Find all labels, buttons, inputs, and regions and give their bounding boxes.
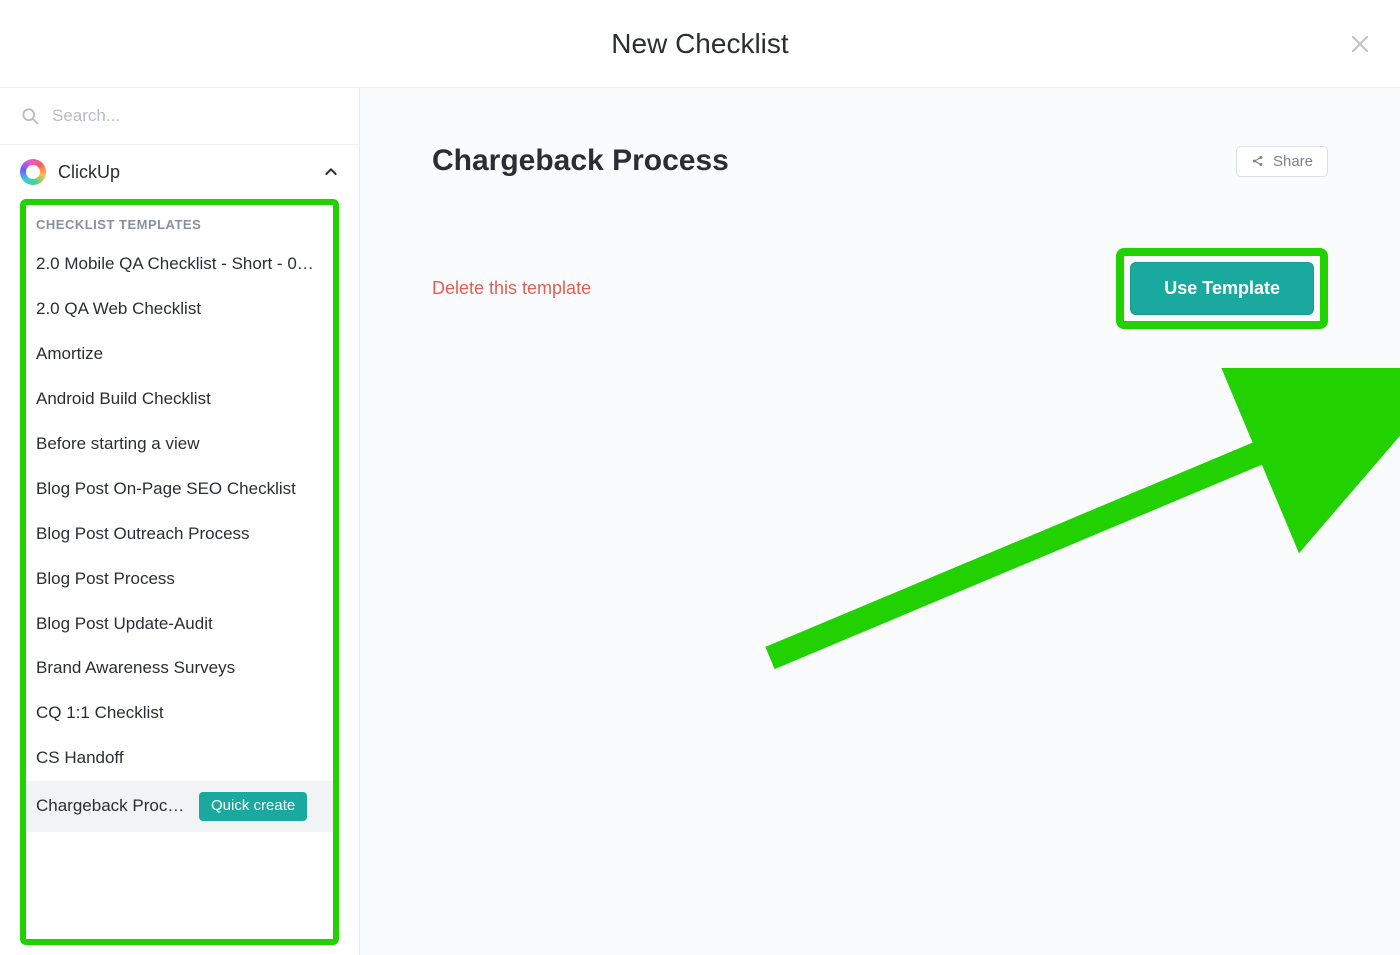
template-item[interactable]: CQ 1:1 Checklist: [26, 691, 333, 736]
templates-highlight: CHECKLIST TEMPLATES 2.0 Mobile QA Checkl…: [20, 199, 339, 945]
chevron-up-icon: [323, 164, 339, 180]
close-icon: [1348, 32, 1372, 56]
action-row: Delete this template Use Template: [432, 248, 1328, 329]
template-item-label: 2.0 Mobile QA Checklist - Short - 01.01.…: [36, 253, 323, 276]
template-item-label: CQ 1:1 Checklist: [36, 702, 323, 725]
share-icon: [1251, 154, 1265, 168]
template-item[interactable]: Amortize: [26, 332, 333, 377]
modal-body: ClickUp CHECKLIST TEMPLATES 2.0 Mobile Q…: [0, 88, 1400, 955]
template-item[interactable]: 2.0 QA Web Checklist: [26, 287, 333, 332]
template-item-label: CS Handoff: [36, 747, 323, 770]
template-item-label: Blog Post On-Page SEO Checklist: [36, 478, 323, 501]
main-panel: Chargeback Process Share Delete this tem…: [360, 88, 1400, 955]
template-item-label: Blog Post Outreach Process: [36, 523, 323, 546]
share-label: Share: [1273, 153, 1313, 170]
use-template-highlight: Use Template: [1116, 248, 1328, 329]
template-item-label: Blog Post Process: [36, 568, 323, 591]
workspace-name: ClickUp: [58, 162, 311, 183]
template-item[interactable]: Blog Post Update-Audit: [26, 602, 333, 647]
modal-header: New Checklist: [0, 0, 1400, 88]
template-item-label: Android Build Checklist: [36, 388, 323, 411]
template-item-label: Before starting a view: [36, 433, 323, 456]
template-item[interactable]: Blog Post Process: [26, 557, 333, 602]
template-item-label: Blog Post Update-Audit: [36, 613, 323, 636]
sidebar: ClickUp CHECKLIST TEMPLATES 2.0 Mobile Q…: [0, 88, 360, 955]
templates-section-header: CHECKLIST TEMPLATES: [26, 217, 333, 242]
template-item[interactable]: Blog Post Outreach Process: [26, 512, 333, 557]
main-header: Chargeback Process Share: [432, 144, 1328, 178]
template-item[interactable]: Before starting a view: [26, 422, 333, 467]
template-item[interactable]: CS Handoff: [26, 736, 333, 781]
template-item-label: 2.0 QA Web Checklist: [36, 298, 323, 321]
template-item[interactable]: Blog Post On-Page SEO Checklist: [26, 467, 333, 512]
search-icon: [20, 106, 40, 126]
share-button[interactable]: Share: [1236, 146, 1328, 177]
search-wrap: [0, 88, 359, 145]
close-button[interactable]: [1348, 32, 1372, 56]
annotation-arrow-icon: [760, 368, 1400, 688]
delete-template-link[interactable]: Delete this template: [432, 278, 591, 299]
modal-title: New Checklist: [611, 28, 788, 60]
template-item-label: Brand Awareness Surveys: [36, 657, 323, 680]
quick-create-button[interactable]: Quick create: [199, 792, 307, 820]
search-input[interactable]: [52, 106, 339, 126]
workspace-toggle[interactable]: ClickUp: [0, 145, 359, 199]
template-list[interactable]: 2.0 Mobile QA Checklist - Short - 01.01.…: [26, 242, 333, 939]
template-item-label: Amortize: [36, 343, 323, 366]
new-checklist-modal: New Checklist ClickUp: [0, 0, 1400, 955]
template-title: Chargeback Process: [432, 144, 729, 178]
template-item-label: Chargeback Process: [36, 795, 191, 818]
template-item[interactable]: Chargeback Process Quick create: [26, 781, 333, 831]
template-item[interactable]: Android Build Checklist: [26, 377, 333, 422]
use-template-button[interactable]: Use Template: [1130, 262, 1314, 315]
workspace-logo-icon: [20, 159, 46, 185]
template-item[interactable]: Brand Awareness Surveys: [26, 646, 333, 691]
template-item[interactable]: 2.0 Mobile QA Checklist - Short - 01.01.…: [26, 242, 333, 287]
